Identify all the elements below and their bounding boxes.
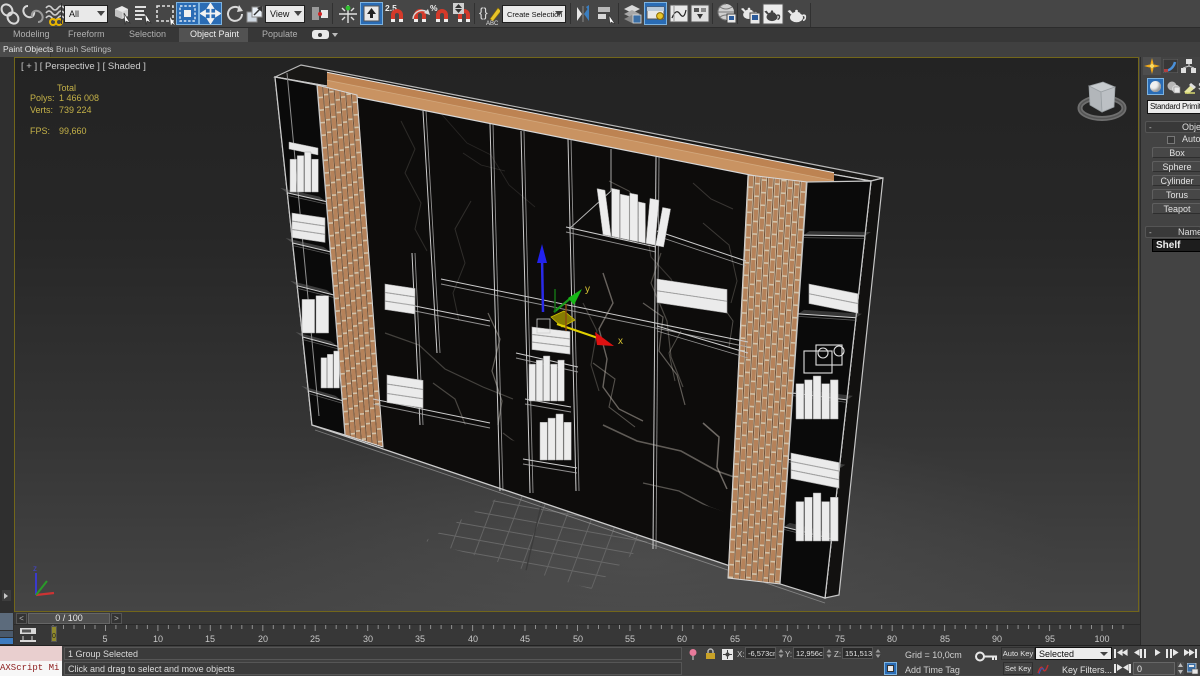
svg-text:y: y [585,284,590,295]
svg-text:%: % [430,3,438,13]
svg-text:{}: {} [479,5,488,20]
svg-text:ABC: ABC [486,21,499,26]
svg-text:x: x [618,336,623,347]
svg-text:z: z [33,564,37,573]
